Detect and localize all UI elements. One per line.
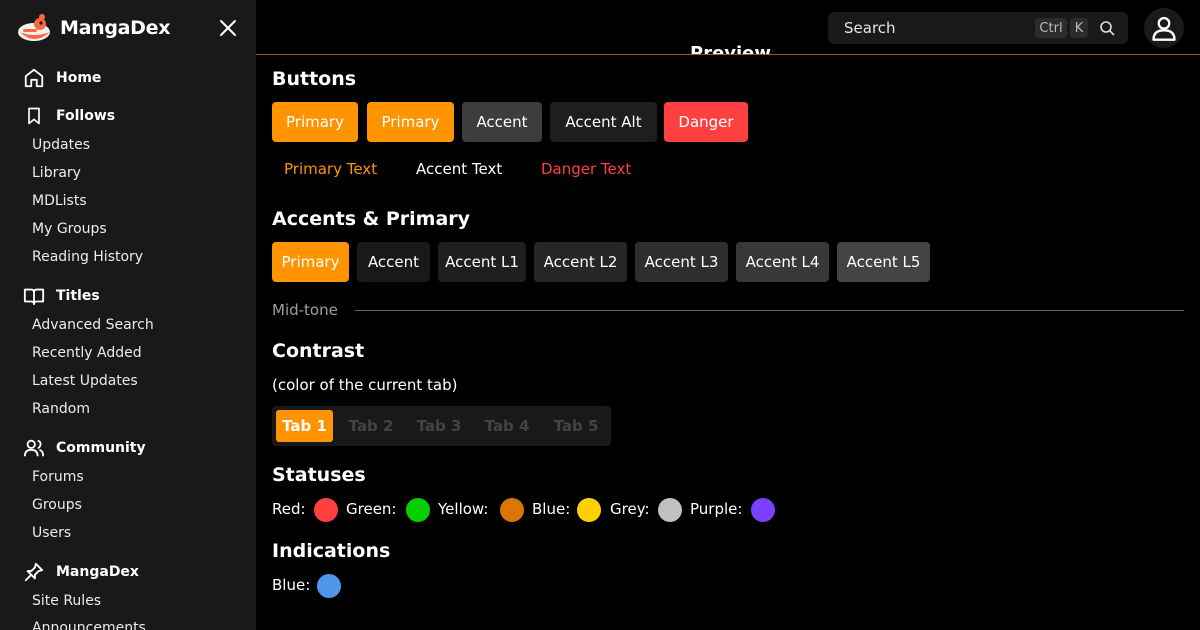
sidebar-item-random[interactable]: Random (32, 401, 90, 417)
contrast-subtitle: (color of the current tab) (272, 376, 458, 394)
sidebar-item-recently-added[interactable]: Recently Added (32, 345, 142, 361)
swatch-primary[interactable]: Primary (272, 242, 349, 282)
shortcut-ctrl-key: Ctrl (1035, 18, 1067, 38)
sidebar-section-follows[interactable]: Follows (22, 102, 115, 130)
sidebar-item-library[interactable]: Library (32, 165, 81, 181)
swatch-accent-l3[interactable]: Accent L3 (635, 242, 728, 282)
home-icon (22, 66, 46, 90)
accent-text-button[interactable]: Accent Text (416, 160, 502, 178)
search-placeholder: Search (844, 19, 896, 37)
sidebar-section-label: MangaDex (56, 564, 139, 580)
status-grey-label: Grey: (610, 500, 650, 518)
brand-name: MangaDex (60, 17, 171, 39)
search-bar[interactable]: Search Ctrl K (828, 12, 1128, 44)
status-blue-dot (577, 498, 601, 522)
sidebar-section-label: Home (56, 70, 102, 86)
close-sidebar-icon[interactable] (216, 16, 240, 40)
buttons-heading: Buttons (272, 68, 357, 90)
pin-icon (22, 560, 46, 584)
status-grey-dot (658, 498, 682, 522)
sidebar-item-users[interactable]: Users (32, 525, 71, 541)
swatch-accent-l4[interactable]: Accent L4 (736, 242, 829, 282)
user-icon (1152, 16, 1176, 41)
tab-3[interactable]: Tab 3 (409, 410, 469, 442)
status-yellow-dot (500, 498, 524, 522)
topbar-divider (256, 54, 1200, 55)
accent-button[interactable]: Accent (462, 102, 542, 142)
status-purple-dot (751, 498, 775, 522)
sidebar-item-forums[interactable]: Forums (32, 469, 84, 485)
contrast-tabs: Tab 1 Tab 2 Tab 3 Tab 4 Tab 5 (272, 406, 611, 446)
sidebar-section-titles[interactable]: Titles (22, 282, 100, 310)
tab-4[interactable]: Tab 4 (477, 410, 537, 442)
status-green-dot (406, 498, 430, 522)
danger-button[interactable]: Danger (664, 102, 748, 142)
tab-1[interactable]: Tab 1 (276, 410, 333, 442)
bookmark-icon (22, 104, 46, 128)
swatch-accent[interactable]: Accent (357, 242, 430, 282)
book-open-icon (22, 284, 46, 308)
status-red-dot (314, 498, 338, 522)
user-avatar[interactable] (1144, 8, 1184, 48)
sidebar-item-groups[interactable]: Groups (32, 497, 82, 513)
statuses-heading: Statuses (272, 464, 366, 486)
sidebar-section-mangadex[interactable]: MangaDex (22, 558, 139, 586)
midtone-divider (355, 310, 1184, 311)
sidebar-section-label: Follows (56, 108, 116, 124)
danger-text-button[interactable]: Danger Text (541, 160, 631, 178)
sidebar-section-community[interactable]: Community (22, 434, 146, 462)
sidebar: MangaDex Home Follows Updates Library MD… (0, 0, 256, 630)
indications-heading: Indications (272, 540, 391, 562)
primary-button-alt[interactable]: Primary (367, 102, 454, 142)
shortcut-k-key: K (1070, 18, 1088, 38)
sidebar-item-reading-history[interactable]: Reading History (32, 249, 143, 265)
sidebar-item-announcements[interactable]: Announcements (32, 620, 146, 630)
sidebar-section-label: Titles (56, 288, 100, 304)
indication-blue-dot (317, 574, 341, 598)
status-red-label: Red: (272, 500, 306, 518)
swatch-accent-l1[interactable]: Accent L1 (438, 242, 526, 282)
accents-heading: Accents & Primary (272, 208, 471, 230)
brand[interactable]: MangaDex (17, 12, 171, 44)
primary-button[interactable]: Primary (272, 102, 358, 142)
sidebar-section-home[interactable]: Home (22, 64, 101, 92)
status-purple-label: Purple: (690, 500, 743, 518)
contrast-heading: Contrast (272, 340, 365, 362)
accent-alt-button[interactable]: Accent Alt (550, 102, 657, 142)
midtone-label: Mid-tone (272, 301, 338, 319)
status-yellow-label: Yellow: (438, 500, 489, 518)
primary-text-button[interactable]: Primary Text (284, 160, 377, 178)
sidebar-item-site-rules[interactable]: Site Rules (32, 593, 101, 609)
swatch-accent-l5[interactable]: Accent L5 (837, 242, 930, 282)
sidebar-item-latest-updates[interactable]: Latest Updates (32, 373, 138, 389)
sidebar-item-my-groups[interactable]: My Groups (32, 221, 107, 237)
tab-5[interactable]: Tab 5 (546, 410, 606, 442)
status-green-label: Green: (346, 500, 397, 518)
users-icon (22, 436, 46, 460)
indication-blue-label: Blue: (272, 576, 311, 594)
status-blue-label: Blue: (532, 500, 571, 518)
swatch-accent-l2[interactable]: Accent L2 (534, 242, 627, 282)
sidebar-item-updates[interactable]: Updates (32, 137, 90, 153)
search-icon[interactable] (1099, 20, 1115, 36)
preview-heading: Preview (690, 43, 772, 54)
sidebar-item-advanced-search[interactable]: Advanced Search (32, 317, 154, 333)
mangadex-logo-icon (18, 14, 50, 41)
sidebar-section-label: Community (56, 440, 146, 456)
tab-2[interactable]: Tab 2 (341, 410, 401, 442)
sidebar-item-mdlists[interactable]: MDLists (32, 193, 87, 209)
